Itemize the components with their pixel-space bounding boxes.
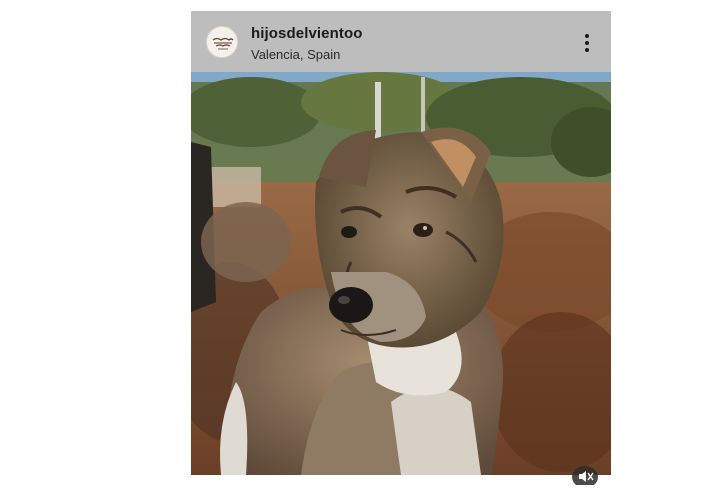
post-location[interactable]: Valencia, Spain: [251, 47, 340, 62]
dog-photo-image: [191, 72, 611, 475]
post-username[interactable]: hijosdelvientoo: [251, 25, 363, 42]
post-header: hijosdelvientoo Valencia, Spain: [191, 11, 611, 72]
more-options-button[interactable]: [575, 31, 599, 55]
post-photo[interactable]: [191, 72, 611, 475]
avatar[interactable]: [206, 26, 238, 58]
more-vertical-icon: [585, 34, 589, 52]
mute-button[interactable]: [571, 463, 599, 488]
muted-speaker-icon: [572, 466, 598, 488]
profile-logo-icon: [208, 28, 237, 57]
instagram-post: hijosdelvientoo Valencia, Spain: [191, 11, 611, 488]
